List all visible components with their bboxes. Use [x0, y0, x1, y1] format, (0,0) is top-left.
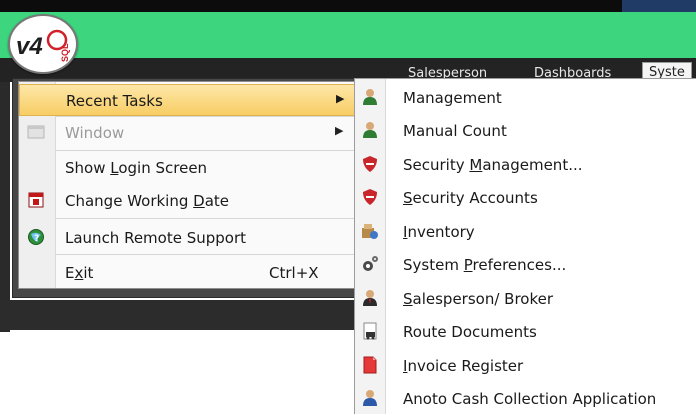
recent-task-anoto-cash-collection[interactable]: Anoto Cash Collection Application	[355, 382, 696, 415]
recent-task-salesperson-broker[interactable]: Salesperson/ Broker	[355, 282, 696, 315]
exit-shortcut: Ctrl+X	[269, 264, 319, 282]
invoice-register-icon	[363, 356, 377, 374]
application-menu: Recent Tasks ▶ Window ▶ Show Login Scree…	[18, 81, 356, 289]
menu-separator	[55, 150, 355, 151]
menu-separator	[55, 254, 355, 255]
recent-task-manual-count[interactable]: Manual Count	[355, 114, 696, 147]
title-bar	[0, 0, 696, 12]
svg-text:SQL: SQL	[60, 43, 70, 62]
menu-item-launch-remote-support[interactable]: ? Launch Remote Support	[19, 222, 355, 252]
menu-item-show-login-screen[interactable]: Show Login Screen	[19, 152, 355, 182]
route-documents-icon	[363, 322, 377, 340]
app-menu-button[interactable]: v4 SQL	[8, 14, 78, 74]
svg-text:?: ?	[34, 234, 39, 244]
window-icon	[27, 125, 45, 139]
menu-item-recent-tasks[interactable]: Recent Tasks ▶	[19, 84, 355, 116]
menu-item-change-working-date[interactable]: Change Working Date	[19, 185, 355, 215]
recent-task-security-management[interactable]: Security Management...	[355, 148, 696, 181]
menu-item-window[interactable]: Window ▶	[19, 117, 355, 147]
v4sql-logo: v4 SQL	[16, 29, 70, 62]
recent-task-security-accounts[interactable]: Security Accounts	[355, 181, 696, 214]
user-green-icon	[363, 122, 377, 138]
shield-icon	[363, 189, 377, 205]
shield-icon	[363, 156, 377, 172]
header-band	[0, 12, 696, 58]
calendar-icon	[28, 192, 44, 208]
recent-task-invoice-register[interactable]: Invoice Register	[355, 349, 696, 382]
menu-item-exit[interactable]: Exit Ctrl+X	[19, 257, 355, 287]
svg-text:v4: v4	[16, 33, 43, 60]
recent-task-inventory[interactable]: Inventory	[355, 215, 696, 248]
recent-tasks-submenu: Management Manual Count Security Managem…	[354, 78, 696, 414]
menu-separator	[55, 218, 355, 219]
inventory-icon	[362, 224, 378, 239]
recent-task-route-documents[interactable]: Route Documents	[355, 315, 696, 348]
user-green-icon	[363, 89, 377, 105]
gears-icon	[363, 256, 378, 271]
submenu-arrow-icon: ▶	[336, 92, 345, 105]
recent-task-system-preferences[interactable]: System Preferences...	[355, 248, 696, 281]
user-blue-icon	[363, 390, 377, 406]
recent-task-management[interactable]: Management	[355, 81, 696, 114]
remote-support-icon: ?	[28, 229, 44, 245]
salesperson-icon	[363, 290, 377, 306]
submenu-arrow-icon: ▶	[335, 124, 344, 137]
